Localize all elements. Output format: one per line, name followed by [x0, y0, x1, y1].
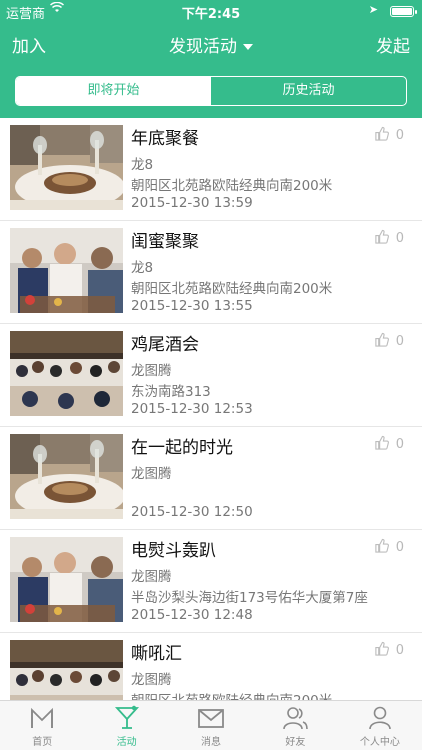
- tab-friends[interactable]: 好友: [253, 701, 337, 750]
- activity-title: 在一起的时光: [131, 438, 233, 458]
- nav-bar: 加入 发现活动 发起: [0, 22, 422, 66]
- create-button[interactable]: 发起: [376, 32, 410, 57]
- like-count: 0: [395, 437, 404, 452]
- activity-time: 2015-12-30 12:50: [131, 504, 253, 520]
- list-item[interactable]: 在一起的时光 龙图腾 2015-12-30 12:50 0: [0, 427, 422, 530]
- tab-label: 首页: [32, 737, 53, 748]
- activity-image: [10, 537, 123, 622]
- segment-upcoming[interactable]: 即将开始: [16, 77, 211, 105]
- activity-organizer: 龙图腾: [131, 672, 172, 688]
- list-item[interactable]: 年底聚餐 龙8 朝阳区北苑路欧陆经典向南200米 2015-12-30 13:5…: [0, 118, 422, 221]
- activity-image: [10, 228, 123, 313]
- activity-address: 朝阳区北苑路欧陆经典向南200米: [131, 689, 332, 700]
- activity-address: 东沩南路313: [131, 384, 211, 400]
- location-icon: ➤: [368, 3, 378, 16]
- activity-address: 朝阳区北苑路欧陆经典向南200米: [131, 281, 333, 297]
- activity-time: 2015-12-30 12:48: [131, 607, 253, 623]
- tab-label: 个人中心: [359, 737, 400, 748]
- activity-title: 鸡尾酒会: [131, 335, 199, 355]
- header: 运营商 下午2:45 ➤ 加入 发现活动 发起 即将开始 历史活动: [0, 0, 422, 118]
- list-item[interactable]: 鸡尾酒会 龙图腾 东沩南路313 2015-12-30 12:53 0: [0, 324, 422, 427]
- like-count: 0: [395, 334, 404, 349]
- activity-image: [10, 125, 123, 210]
- like-button[interactable]: 0: [374, 229, 404, 246]
- tab-label: 消息: [201, 737, 222, 748]
- battery-icon: [390, 6, 417, 17]
- activity-organizer: 龙图腾: [131, 466, 172, 482]
- thumbs-up-icon: [375, 126, 389, 141]
- cocktail-icon: [114, 705, 139, 729]
- activity-time: 2015-12-30 12:53: [131, 401, 253, 417]
- activity-title: 年底聚餐: [131, 129, 199, 149]
- segment-history[interactable]: 历史活动: [211, 77, 406, 105]
- activity-title: 闺蜜聚聚: [131, 232, 199, 252]
- activity-organizer: 龙图腾: [131, 363, 172, 379]
- tab-label: 活动: [116, 737, 137, 748]
- like-button[interactable]: 0: [374, 126, 404, 143]
- activity-title: 电熨斗轰趴: [131, 541, 216, 561]
- like-button[interactable]: 0: [374, 332, 404, 349]
- activity-time: 2015-12-30 13:59: [131, 195, 253, 211]
- home-m-icon: [31, 707, 54, 728]
- activity-organizer: 龙8: [131, 260, 154, 276]
- tab-profile[interactable]: 个人中心: [338, 701, 422, 750]
- activity-list: 年底聚餐 龙8 朝阳区北苑路欧陆经典向南200米 2015-12-30 13:5…: [0, 118, 422, 700]
- segmented-control: 即将开始 历史活动: [15, 76, 407, 106]
- tab-messages[interactable]: 消息: [169, 701, 253, 750]
- activity-organizer: 龙8: [131, 157, 154, 173]
- envelope-icon: [198, 709, 224, 728]
- like-count: 0: [395, 643, 404, 658]
- list-item[interactable]: 闺蜜聚聚 龙8 朝阳区北苑路欧陆经典向南200米 2015-12-30 13:5…: [0, 221, 422, 324]
- status-bar: 运营商 下午2:45 ➤: [0, 0, 422, 22]
- activity-address: 朝阳区北苑路欧陆经典向南200米: [131, 178, 333, 194]
- thumbs-up-icon: [375, 332, 389, 347]
- caret-down-icon: [243, 44, 253, 50]
- like-count: 0: [395, 231, 404, 246]
- like-button[interactable]: 0: [374, 538, 404, 555]
- thumbs-up-icon: [375, 538, 389, 553]
- activity-organizer: 龙图腾: [131, 569, 172, 585]
- discover-dropdown[interactable]: 发现活动: [0, 32, 422, 57]
- thumbs-up-icon: [375, 641, 389, 656]
- activity-image: [10, 331, 123, 416]
- activity-address: 半岛沙梨头海边街173号佑华大厦第7座: [131, 590, 368, 606]
- list-item[interactable]: 嘶吼汇 龙图腾 朝阳区北苑路欧陆经典向南200米 0: [0, 633, 422, 700]
- activity-time: 2015-12-30 13:55: [131, 298, 253, 314]
- tab-activity[interactable]: 活动: [84, 701, 168, 750]
- status-time: 下午2:45: [181, 7, 241, 22]
- activity-title: 嘶吼汇: [131, 644, 182, 664]
- tab-home[interactable]: 首页: [0, 701, 84, 750]
- page-title: 发现活动: [169, 37, 237, 57]
- like-button[interactable]: 0: [374, 641, 404, 658]
- like-count: 0: [395, 128, 404, 143]
- activity-image: [10, 640, 123, 700]
- list-item[interactable]: 电熨斗轰趴 龙图腾 半岛沙梨头海边街173号佑华大厦第7座 2015-12-30…: [0, 530, 422, 633]
- friends-icon: [283, 707, 309, 730]
- tab-bar: 首页 活动 消息 好友 个人中心: [0, 700, 422, 750]
- thumbs-up-icon: [375, 229, 389, 244]
- like-button[interactable]: 0: [374, 435, 404, 452]
- activity-image: [10, 434, 123, 519]
- like-count: 0: [395, 540, 404, 555]
- thumbs-up-icon: [375, 435, 389, 450]
- person-icon: [369, 706, 391, 730]
- tab-label: 好友: [285, 737, 306, 748]
